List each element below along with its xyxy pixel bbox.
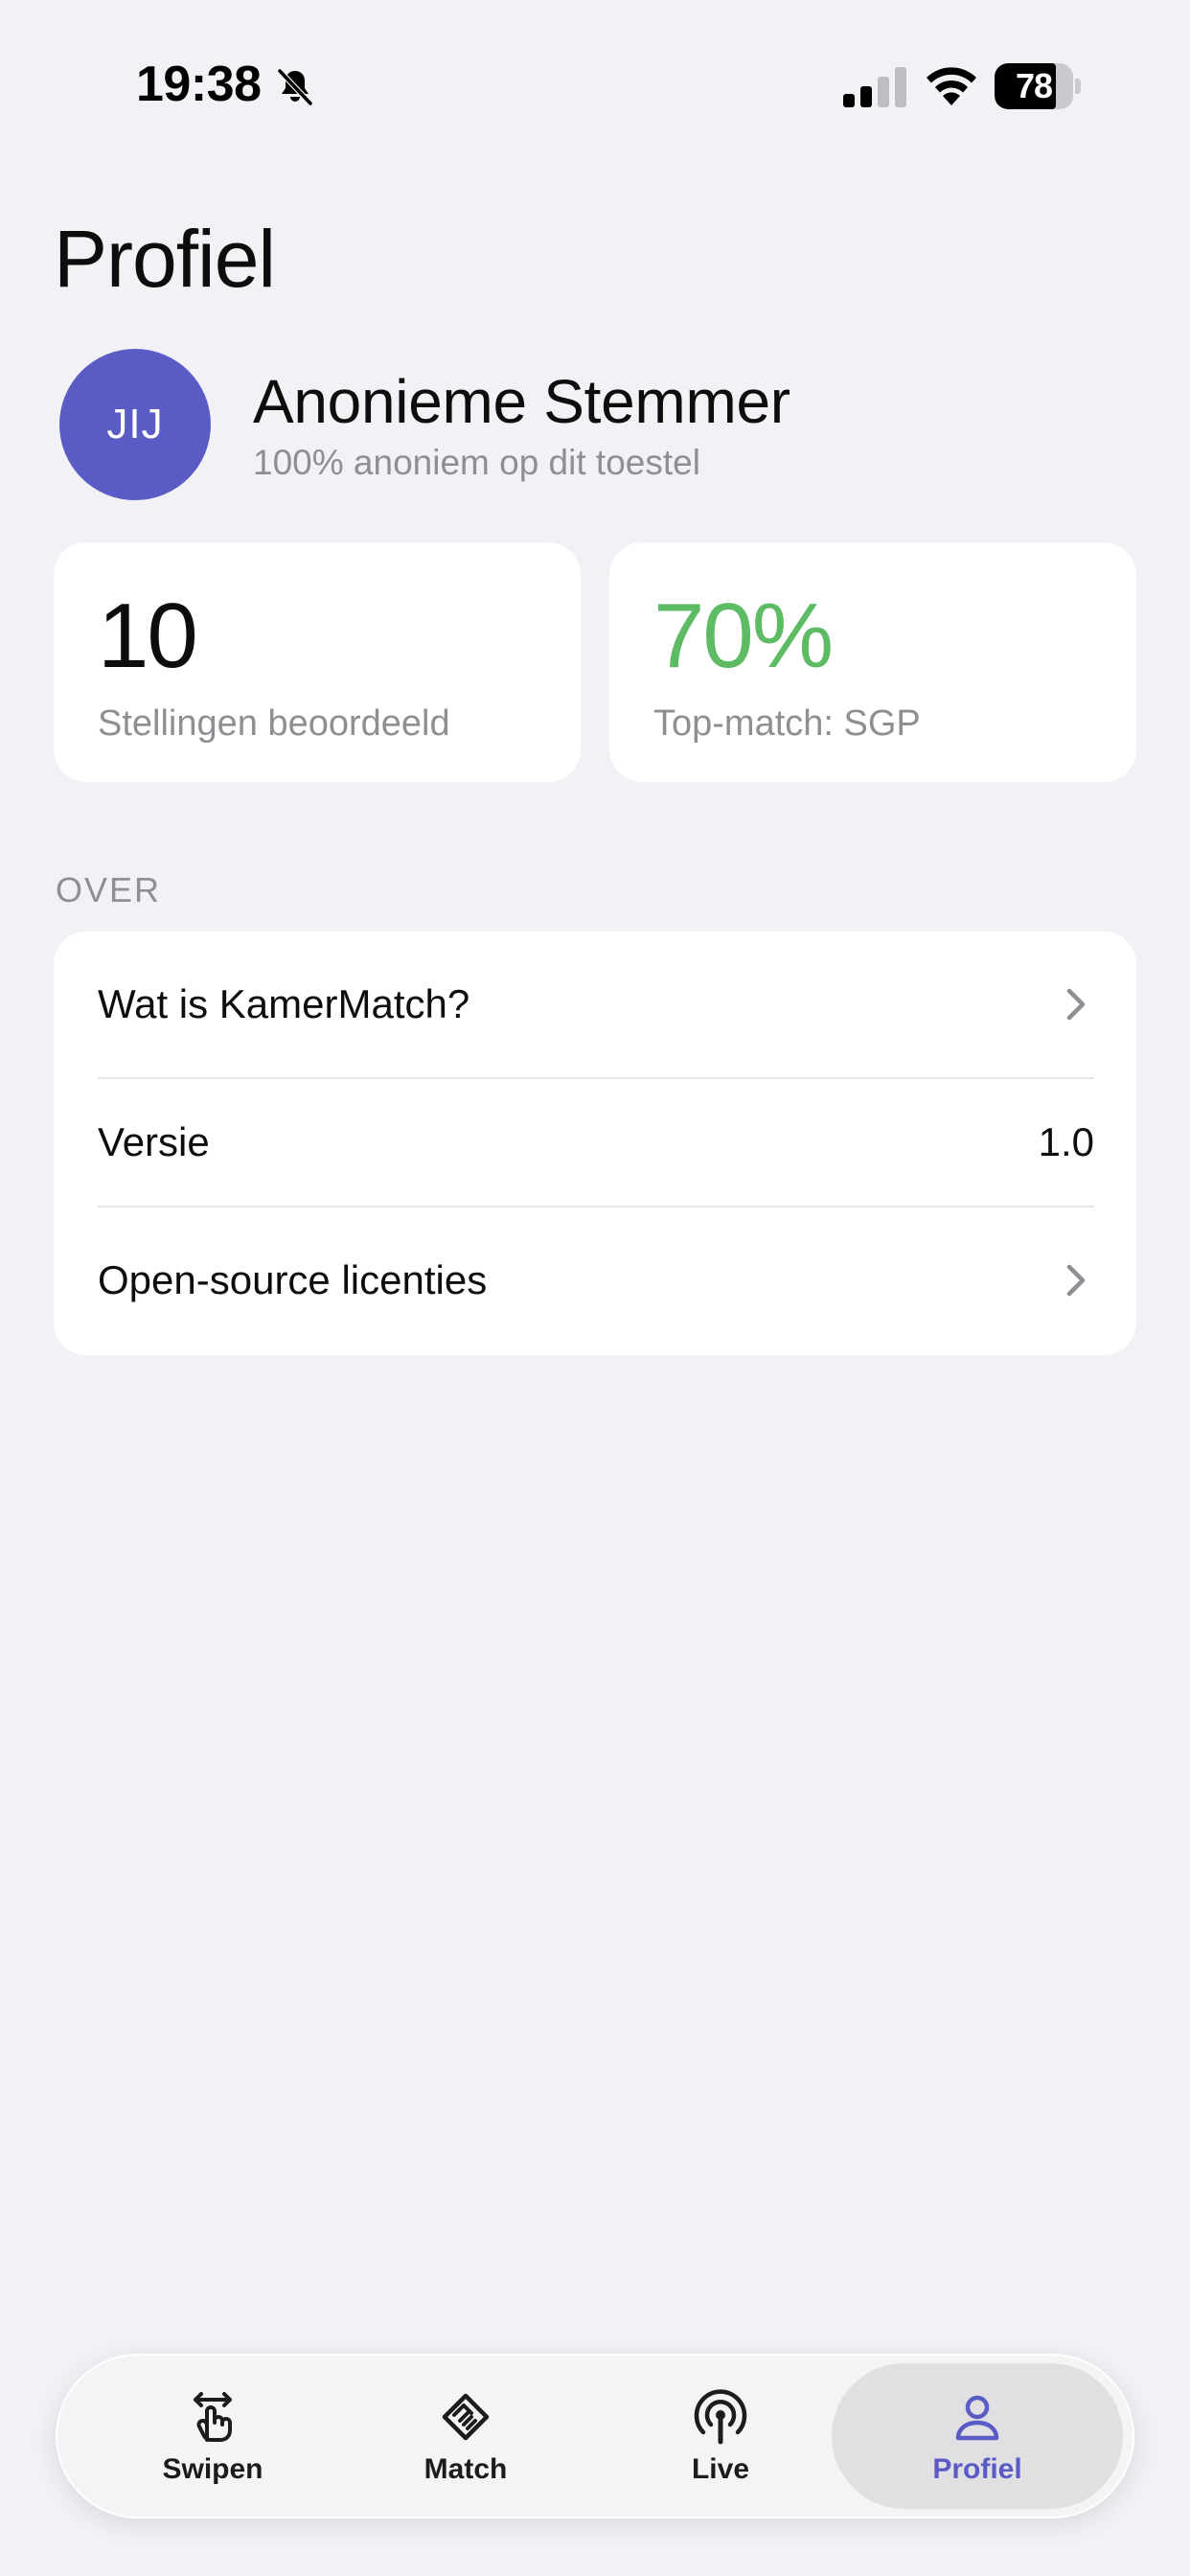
- stat-label: Stellingen beoordeeld: [98, 703, 450, 744]
- avatar: JIJ: [59, 349, 211, 500]
- tab-label: Match: [423, 2453, 508, 2485]
- person-icon: [955, 2395, 999, 2441]
- tab-label: Swipen: [162, 2453, 263, 2485]
- tab-bar: Swipen Match Live Profiel: [56, 2354, 1134, 2518]
- swipe-hand-icon: [194, 2392, 232, 2442]
- profile-subtitle: 100% anoniem op dit toestel: [253, 443, 700, 482]
- chevron-right-icon: [1066, 1264, 1086, 1297]
- tab-profiel[interactable]: Profiel: [832, 2363, 1123, 2509]
- wifi-icon: [927, 67, 976, 105]
- tab-label: Profiel: [932, 2453, 1022, 2485]
- stat-card-statements: 10 Stellingen beoordeeld: [54, 542, 581, 782]
- profile-name: Anonieme Stemmer: [253, 367, 790, 436]
- status-bar: 19:38 78: [0, 0, 1190, 172]
- list-item-label: Versie: [98, 1119, 210, 1164]
- signal-icon: [843, 67, 906, 107]
- list-item-licenses[interactable]: Open-source licenties: [98, 1208, 1094, 1353]
- settings-list: Wat is KamerMatch? Versie 1.0 Open-sourc…: [54, 932, 1136, 1355]
- stat-value: 10: [98, 585, 198, 687]
- tab-live[interactable]: Live: [581, 2363, 860, 2509]
- stat-value: 70%: [653, 585, 834, 687]
- avatar-initials: JIJ: [106, 401, 164, 448]
- broadcast-icon: [694, 2389, 747, 2445]
- profile-screen: 19:38 78 Profiel JIJ Anonieme Stemmer 10…: [0, 0, 1190, 2576]
- bell-slash-icon: [277, 68, 313, 106]
- tab-match[interactable]: Match: [326, 2363, 606, 2509]
- stat-label: Top-match: SGP: [653, 703, 921, 744]
- tab-swipen[interactable]: Swipen: [73, 2363, 353, 2509]
- stat-card-top-match: 70% Top-match: SGP: [609, 542, 1136, 782]
- section-header-over: OVER: [56, 870, 162, 909]
- list-item-label: Open-source licenties: [98, 1257, 488, 1302]
- status-time: 19:38: [136, 57, 262, 112]
- page-title: Profiel: [54, 214, 276, 304]
- list-item-about[interactable]: Wat is KamerMatch?: [98, 932, 1094, 1077]
- list-item-label: Wat is KamerMatch?: [98, 981, 470, 1026]
- list-item-version: Versie 1.0: [98, 1079, 1094, 1206]
- tab-label: Live: [691, 2453, 750, 2485]
- battery-percent: 78: [1015, 66, 1053, 105]
- battery-icon: 78: [995, 63, 1081, 109]
- version-value: 1.0: [1038, 1119, 1094, 1164]
- handshake-icon: [442, 2393, 490, 2441]
- chevron-right-icon: [1066, 988, 1086, 1021]
